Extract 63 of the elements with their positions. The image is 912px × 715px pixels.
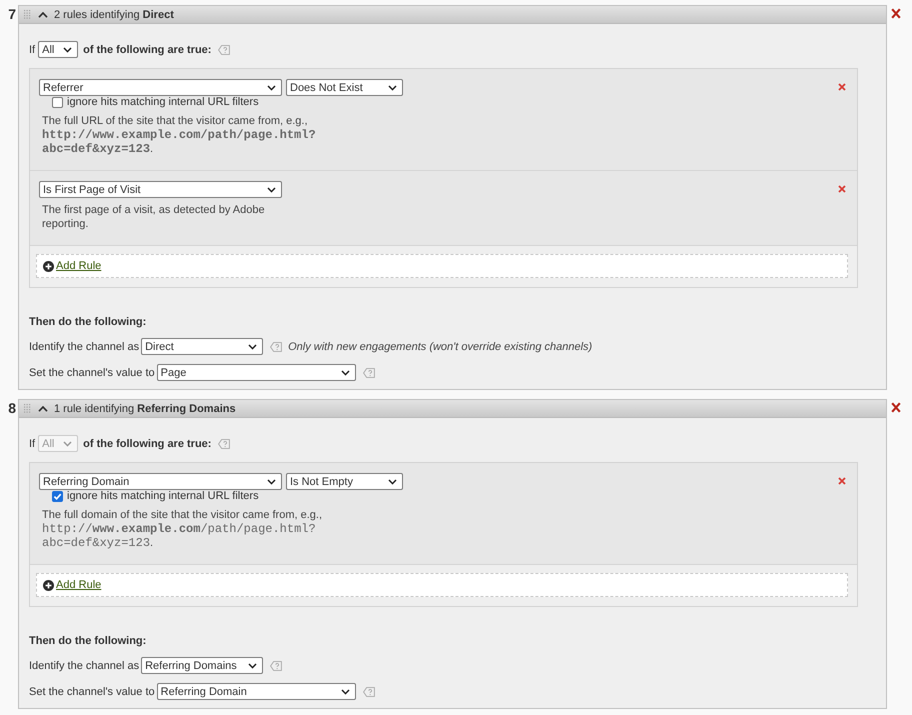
chevron-down-icon — [388, 478, 397, 484]
channel-value-label: Set the channel's value to — [29, 684, 155, 698]
help-icon[interactable] — [270, 342, 282, 352]
channel-note: Only with new engagements (won't override existing channels) — [288, 340, 592, 354]
chevron-down-icon — [388, 84, 397, 90]
close-icon[interactable] — [891, 8, 901, 19]
plus-circle-icon[interactable] — [43, 260, 54, 272]
chevron-down-icon — [63, 46, 72, 52]
rule-description: The full URL of the site that the visitor came from, e.g., http://www.example.com/path/page.html?abc=def&xyz=123. — [41, 114, 317, 156]
help-icon[interactable] — [218, 438, 230, 448]
if-label: If — [29, 42, 36, 56]
drag-handle-icon[interactable] — [24, 10, 31, 19]
chevron-down-icon — [267, 84, 276, 90]
help-icon[interactable] — [218, 44, 230, 54]
match-label: of the following are true: — [83, 436, 212, 450]
rule-description: The full domain of the site that the visitor came from, e.g., http://www.example.com/path/page.html?abc=def&xyz=123. — [41, 508, 324, 550]
match-dropdown[interactable]: All — [38, 41, 78, 58]
chevron-up-icon[interactable] — [38, 12, 48, 18]
rule-set-title: 2 rules identifying Direct — [54, 8, 174, 22]
actions-heading: Then do the following: — [29, 634, 148, 648]
add-rule-link[interactable]: Add Rule — [56, 578, 102, 592]
add-rule-link[interactable]: Add Rule — [56, 259, 102, 273]
chevron-up-icon[interactable] — [38, 406, 48, 412]
close-icon[interactable] — [838, 477, 846, 485]
rule-set-number: 8 — [8, 400, 16, 416]
rule-set-title: 1 rule identifying Referring Domains — [54, 402, 236, 416]
rule-set-number: 7 — [8, 6, 16, 22]
operator-dropdown[interactable]: Does Not Exist — [286, 79, 403, 96]
chevron-down-icon — [63, 440, 72, 446]
help-icon[interactable] — [362, 686, 375, 696]
channel-label: Identify the channel as — [29, 340, 140, 354]
field-dropdown[interactable]: Referring Domain — [39, 473, 282, 490]
checkmark-icon — [52, 491, 63, 502]
actions-heading: Then do the following: — [29, 315, 148, 329]
checkbox-label: ignore hits matching internal URL filters — [67, 96, 259, 109]
chevron-down-icon — [248, 344, 258, 350]
if-label: If — [29, 436, 36, 450]
close-icon[interactable] — [838, 185, 846, 193]
channel-dropdown[interactable]: Direct — [141, 338, 264, 355]
field-dropdown[interactable]: Is First Page of Visit — [39, 181, 282, 198]
chevron-down-icon — [340, 370, 350, 376]
chevron-down-icon — [340, 688, 350, 694]
match-label: of the following are true: — [83, 42, 212, 56]
help-icon[interactable] — [362, 368, 375, 378]
chevron-down-icon — [267, 186, 276, 192]
channel-value-dropdown[interactable]: Referring Domain — [156, 683, 356, 700]
drag-handle-icon[interactable] — [24, 404, 31, 413]
field-dropdown[interactable]: Referrer — [39, 79, 282, 96]
close-icon[interactable] — [891, 402, 901, 413]
checkbox-label: ignore hits matching internal URL filters — [67, 490, 259, 503]
channel-dropdown[interactable]: Referring Domains — [141, 657, 264, 674]
help-icon[interactable] — [270, 660, 282, 670]
close-icon[interactable] — [838, 83, 846, 91]
channel-value-dropdown[interactable]: Page — [156, 364, 356, 381]
rule-description: The first page of a visit, as detected by Adobe reporting. — [41, 203, 266, 231]
plus-circle-icon[interactable] — [43, 580, 54, 590]
checkbox[interactable] — [52, 491, 63, 502]
chevron-down-icon — [248, 662, 258, 668]
checkbox[interactable] — [52, 97, 63, 108]
chevron-down-icon — [267, 478, 276, 484]
channel-value-label: Set the channel's value to — [29, 366, 155, 380]
operator-dropdown[interactable]: Is Not Empty — [286, 473, 403, 490]
channel-label: Identify the channel as — [29, 658, 140, 672]
